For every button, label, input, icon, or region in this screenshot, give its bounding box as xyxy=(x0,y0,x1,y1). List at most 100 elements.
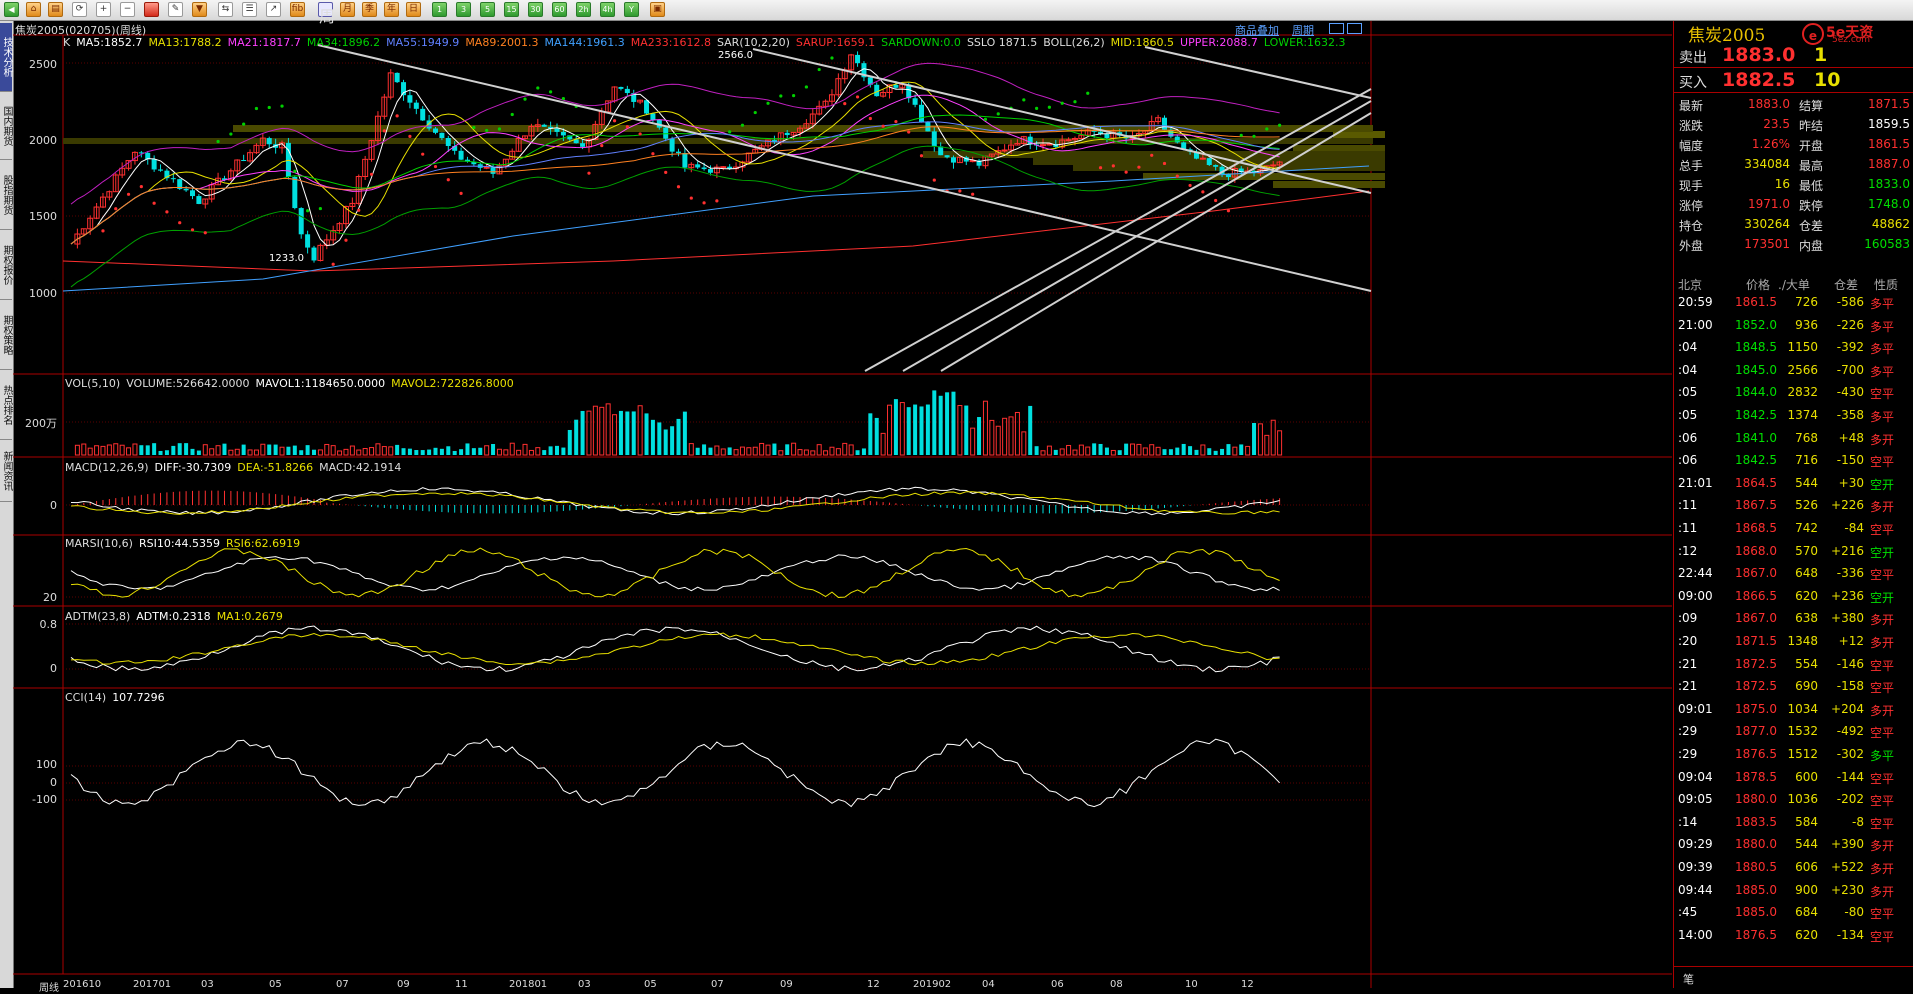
tick-row[interactable]: :12 1868.0 570 +216 空开 xyxy=(1674,544,1913,566)
tick-nature: 多开 xyxy=(1870,432,1895,447)
tick-row[interactable]: :06 1841.0 768 +48 多开 xyxy=(1674,431,1913,453)
quote-row: 幅度 1.26% 开盘 1861.5 xyxy=(1674,137,1913,157)
tick-row[interactable]: :11 1867.5 526 +226 多开 xyxy=(1674,498,1913,520)
tick-row[interactable]: :20 1871.5 1348 +12 多开 xyxy=(1674,634,1913,656)
tick-row[interactable]: :06 1842.5 716 -150 空平 xyxy=(1674,453,1913,475)
min15-icon[interactable]: 15 xyxy=(504,2,519,17)
volume-bar xyxy=(1142,447,1148,456)
tick-row[interactable]: :21 1872.5 690 -158 空平 xyxy=(1674,679,1913,701)
tick-row[interactable]: :29 1876.5 1512 -302 多平 xyxy=(1674,747,1913,769)
volume-bar xyxy=(1066,444,1072,456)
table-icon[interactable]: ☰ xyxy=(242,2,257,17)
min1-icon[interactable]: 1 xyxy=(432,2,447,17)
year-icon[interactable]: 年 xyxy=(384,2,399,17)
week-icon[interactable]: 周 xyxy=(318,2,335,26)
zoom-out-icon[interactable]: − xyxy=(120,2,135,17)
sar-dot xyxy=(1188,183,1192,188)
left-tab-4[interactable]: 期权策略 xyxy=(0,301,12,370)
chart-area[interactable]: 2566.0 1233.0 焦炭2005(020705)(周线) 商品叠加 周期 … xyxy=(13,21,1672,994)
tick-row[interactable]: 20:59 1861.5 726 -586 多平 xyxy=(1674,295,1913,317)
tick-row[interactable]: 09:04 1878.5 600 -144 空平 xyxy=(1674,770,1913,792)
fibo-icon[interactable]: fib xyxy=(290,2,305,17)
tick-row[interactable]: 09:44 1885.0 900 +230 多开 xyxy=(1674,883,1913,905)
bid-row[interactable]: 买入 1882.5 10 xyxy=(1674,68,1913,93)
pen-icon[interactable]: ✎ xyxy=(168,2,183,17)
tick-row[interactable]: 09:00 1866.5 620 +236 空开 xyxy=(1674,589,1913,611)
tick-row[interactable]: :11 1868.5 742 -84 空平 xyxy=(1674,521,1913,543)
volume-legend: VOL(5,10) VOLUME:526642.0000 MAVOL1:118465… xyxy=(65,377,520,390)
tick-row[interactable]: 22:44 1867.0 648 -336 空平 xyxy=(1674,566,1913,588)
ask-row[interactable]: 卖出 1883.0 1 xyxy=(1674,43,1913,68)
hour2-icon[interactable]: 2h xyxy=(576,2,591,17)
tick-time: :11 xyxy=(1678,521,1698,535)
tick-row[interactable]: :29 1877.0 1532 -492 空平 xyxy=(1674,724,1913,746)
kline-chart[interactable]: 2566.0 1233.0 xyxy=(13,21,1672,988)
tick-nature: 多开 xyxy=(1870,613,1895,628)
tick-row[interactable]: :09 1867.0 638 +380 多开 xyxy=(1674,611,1913,633)
zoom-in-icon[interactable]: + xyxy=(96,2,111,17)
tick-row[interactable]: 09:01 1875.0 1034 +204 多开 xyxy=(1674,702,1913,724)
day-icon[interactable]: 日 xyxy=(406,2,421,17)
tick-row[interactable]: 09:39 1880.5 606 +522 多开 xyxy=(1674,860,1913,882)
tick-row[interactable]: :05 1842.5 1374 -358 多平 xyxy=(1674,408,1913,430)
tick-nature: 多开 xyxy=(1870,636,1895,650)
month-icon[interactable]: 月 xyxy=(340,2,355,17)
sar-dot xyxy=(664,170,668,175)
left-tab-5[interactable]: 热点排名 xyxy=(0,371,12,440)
tick-row[interactable]: 21:00 1852.0 936 -226 多平 xyxy=(1674,318,1913,340)
refresh-icon[interactable]: ⟳ xyxy=(72,2,87,17)
tick-row[interactable]: :04 1845.0 2566 -700 多平 xyxy=(1674,363,1913,385)
tick-row[interactable]: 09:05 1880.0 1036 -202 空平 xyxy=(1674,792,1913,814)
tick-price: 1885.0 xyxy=(1735,882,1777,897)
tick-time: :45 xyxy=(1678,905,1698,920)
left-tab-3[interactable]: 期权报价 xyxy=(0,231,12,300)
settings-icon[interactable]: ▣ xyxy=(650,2,665,17)
tick-price: 1848.5 xyxy=(1735,340,1777,355)
folder-icon[interactable]: ▤ xyxy=(48,2,63,17)
left-tab-6[interactable]: 新闻资讯 xyxy=(0,441,12,502)
tick-volume: 620 xyxy=(1795,927,1818,942)
min30-icon[interactable]: 30 xyxy=(528,2,543,17)
volume-bar xyxy=(695,447,700,455)
left-tab-2[interactable]: 股指期货 xyxy=(0,161,12,230)
draw-icon[interactable] xyxy=(144,2,159,17)
volume-bar xyxy=(1264,434,1270,456)
tick-row[interactable]: :45 1885.0 684 -80 空平 xyxy=(1674,905,1913,927)
filter-icon[interactable]: ▼ xyxy=(192,2,207,17)
candle-body xyxy=(483,166,490,169)
volume-bar xyxy=(337,450,343,456)
volume-bar xyxy=(202,444,208,456)
compare-icon[interactable]: ⇆ xyxy=(218,2,233,17)
rsi6-line xyxy=(70,547,1280,598)
volume-bar xyxy=(1226,444,1231,455)
hour4-icon[interactable]: 4h xyxy=(600,2,615,17)
volume-bar xyxy=(119,444,125,456)
left-tab-0[interactable]: 技术分析 xyxy=(0,23,12,92)
season-icon[interactable]: 季 xyxy=(362,2,377,17)
tick-row[interactable]: :21 1872.5 554 -146 空平 xyxy=(1674,657,1913,679)
volume-bar xyxy=(797,449,803,456)
y-axis-label: 0 xyxy=(50,776,57,789)
tick-oi: -226 xyxy=(1836,317,1864,332)
layout-button-2[interactable] xyxy=(1347,23,1362,34)
layout-button-1[interactable] xyxy=(1329,23,1344,34)
min5-icon[interactable]: 5 xyxy=(480,2,495,17)
left-tab-1[interactable]: 国内期货 xyxy=(0,93,12,160)
tick-row[interactable]: :04 1848.5 1150 -392 多平 xyxy=(1674,340,1913,362)
trend-icon[interactable]: ↗ xyxy=(266,2,281,17)
tick-oi: -146 xyxy=(1836,656,1864,671)
min60-icon[interactable]: 60 xyxy=(552,2,567,17)
min3-icon[interactable]: 3 xyxy=(456,2,471,17)
home-icon[interactable]: ⌂ xyxy=(26,2,41,17)
tick-time: 22:44 xyxy=(1678,566,1713,581)
low-price-label: 1233.0 xyxy=(269,253,304,264)
tick-row[interactable]: 14:00 1876.5 620 -134 空平 xyxy=(1674,928,1913,950)
back-icon[interactable]: ◀ xyxy=(4,2,19,17)
yesterday-icon[interactable]: Y xyxy=(624,2,639,17)
tick-row[interactable]: 21:01 1864.5 544 +30 空开 xyxy=(1674,476,1913,498)
tick-row[interactable]: 09:29 1880.0 544 +390 多开 xyxy=(1674,837,1913,859)
tick-row[interactable]: :05 1844.0 2832 -430 空平 xyxy=(1674,385,1913,407)
tick-row[interactable]: :14 1883.5 584 -8 空平 xyxy=(1674,815,1913,837)
adtm-line xyxy=(70,625,1280,673)
volume-bar xyxy=(491,444,496,455)
